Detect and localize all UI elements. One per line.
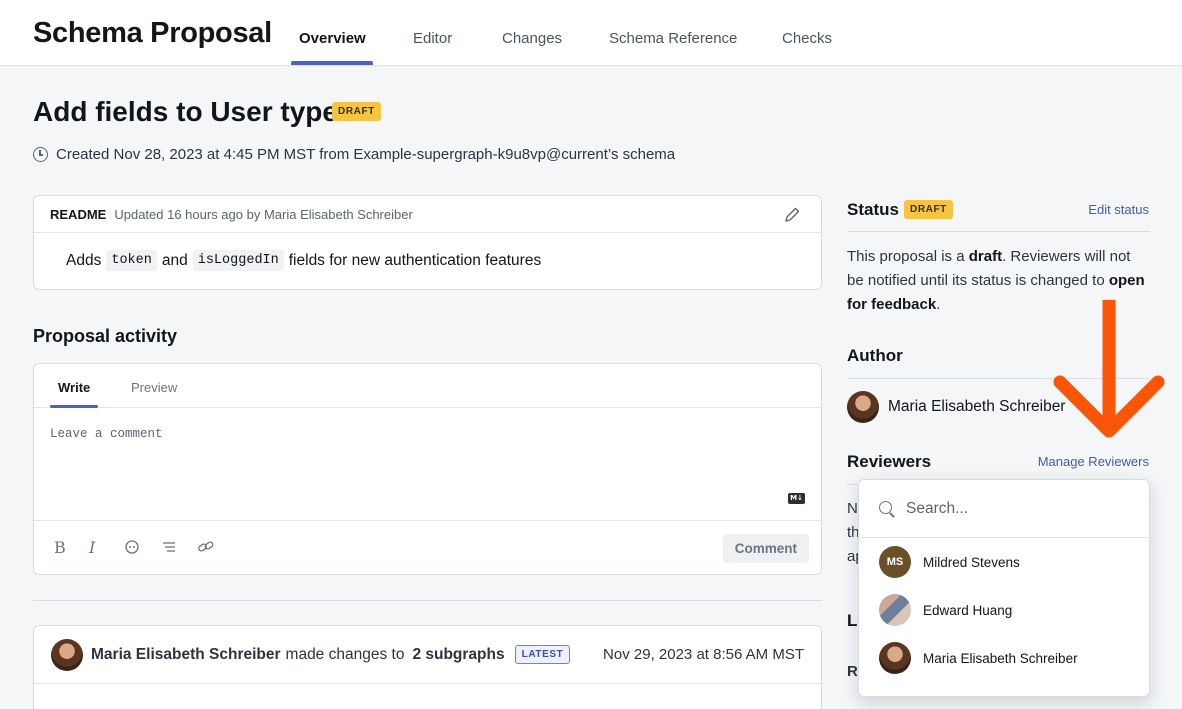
readme-text: Adds — [66, 251, 102, 269]
sidebar-status-badge: DRAFT — [904, 200, 953, 219]
search-row — [859, 480, 1149, 538]
divider — [33, 600, 822, 601]
readme-label: README — [50, 206, 107, 222]
reviewer-name: Maria Elisabeth Schreiber — [923, 650, 1078, 666]
tab-changes[interactable]: Changes — [502, 30, 562, 47]
reviewer-option[interactable]: Maria Elisabeth Schreiber — [859, 634, 1149, 682]
reviewer-name: Edward Huang — [923, 602, 1013, 618]
reviewers-title: Reviewers — [847, 452, 932, 471]
activity-subject[interactable]: 2 subgraphs — [412, 646, 504, 664]
tab-overview[interactable]: Overview — [299, 30, 366, 47]
avatar — [51, 638, 83, 671]
top-bar: Schema Proposal Overview Editor Changes … — [0, 0, 1182, 66]
readme-body: Adds token and isLoggedIn fields for new… — [34, 233, 821, 288]
code-token: token — [106, 250, 157, 271]
tab-write[interactable]: Write — [58, 380, 90, 395]
pencil-icon[interactable] — [783, 206, 801, 224]
author-row: Maria Elisabeth Schreiber — [847, 391, 1065, 423]
reviewer-option[interactable]: MS Mildred Stevens — [859, 538, 1149, 586]
avatar — [879, 642, 911, 674]
status-desc-text: This proposal is a — [847, 248, 969, 265]
activity-entry-header: Maria Elisabeth Schreiber made changes t… — [34, 626, 821, 684]
comment-icon[interactable] — [124, 539, 140, 555]
readme-text: fields for new authentication features — [288, 251, 542, 269]
code-isloggedin: isLoggedIn — [192, 250, 284, 271]
activity-verb: made changes to — [285, 645, 405, 663]
avatar — [847, 391, 879, 423]
comment-editor: Write Preview Leave a comment M↓ B I Com… — [33, 363, 822, 575]
activity-date: Nov 29, 2023 at 8:56 AM MST — [603, 646, 804, 663]
app-title: Schema Proposal — [33, 17, 272, 49]
avatar — [879, 594, 911, 626]
reviewer-name: Mildred Stevens — [923, 554, 1020, 570]
search-input[interactable] — [906, 499, 1126, 518]
comment-button[interactable]: Comment — [722, 534, 809, 563]
page-title: Add fields to User type — [33, 96, 338, 127]
tab-checks[interactable]: Checks — [782, 30, 832, 47]
reviewers-text-fragment: N — [847, 500, 858, 517]
comment-tabs: Write Preview — [34, 364, 821, 408]
author-name: Maria Elisabeth Schreiber — [888, 398, 1066, 415]
status-desc-bold: draft — [968, 248, 1003, 265]
edit-status-link[interactable]: Edit status — [1088, 202, 1149, 217]
active-tab-indicator — [291, 61, 373, 65]
readme-text: and — [161, 251, 188, 269]
tab-schema-reference[interactable]: Schema Reference — [609, 30, 737, 47]
bold-icon[interactable]: B — [54, 538, 66, 557]
divider — [847, 231, 1150, 232]
activity-title: Proposal activity — [33, 326, 178, 346]
latest-badge: LATEST — [514, 645, 571, 664]
avatar: MS — [879, 546, 911, 578]
clock-icon — [33, 147, 48, 162]
tab-preview[interactable]: Preview — [131, 380, 177, 395]
created-text: Created Nov 28, 2023 at 4:45 PM MST from… — [56, 146, 676, 163]
manage-reviewers-link[interactable]: Manage Reviewers — [1038, 454, 1149, 469]
search-icon — [879, 500, 895, 517]
formatting-toolbar: B I Comment — [34, 521, 821, 575]
italic-icon[interactable]: I — [89, 538, 95, 557]
created-info: Created Nov 28, 2023 at 4:45 PM MST from… — [33, 146, 675, 163]
readme-header: README Updated 16 hours ago by Maria Eli… — [34, 196, 821, 233]
markdown-icon: M↓ — [788, 493, 805, 504]
link-icon[interactable] — [197, 539, 215, 555]
activity-entry: Maria Elisabeth Schreiber made changes t… — [33, 625, 822, 709]
reviewers-dropdown: MS Mildred Stevens Edward Huang Maria El… — [858, 479, 1150, 697]
list-icon[interactable] — [161, 539, 177, 555]
readme-updated: Updated 16 hours ago by Maria Elisabeth … — [114, 206, 413, 222]
status-desc-text: . — [936, 296, 941, 313]
comment-placeholder: Leave a comment — [50, 427, 163, 441]
reviewer-option[interactable]: Edward Huang — [859, 586, 1149, 634]
comment-input[interactable]: Leave a comment M↓ — [34, 408, 821, 521]
activity-author: Maria Elisabeth Schreiber — [91, 645, 281, 663]
readme-card: README Updated 16 hours ago by Maria Eli… — [33, 195, 822, 290]
arrow-down-icon — [1053, 300, 1165, 438]
tab-editor[interactable]: Editor — [413, 30, 452, 47]
status-title: Status — [847, 200, 899, 219]
status-badge: DRAFT — [332, 102, 381, 121]
author-title: Author — [847, 346, 903, 365]
